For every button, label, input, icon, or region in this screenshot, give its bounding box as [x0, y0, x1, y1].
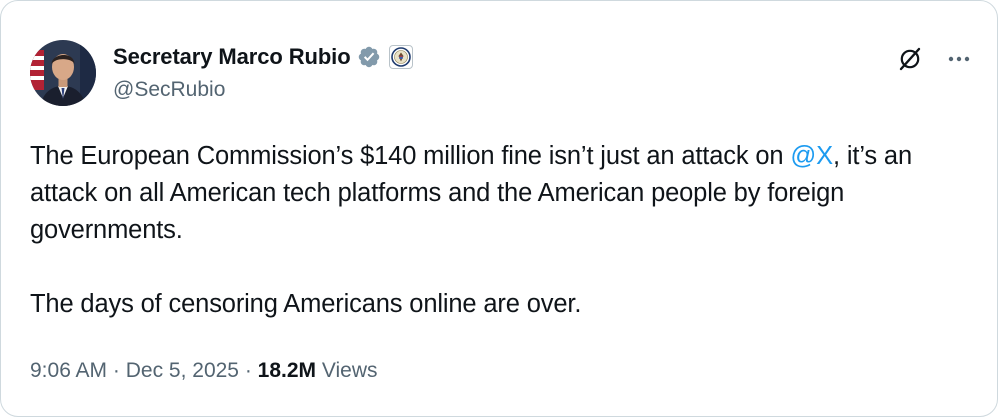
- tweet-time[interactable]: 9:06 AM: [30, 359, 107, 382]
- grok-icon[interactable]: [896, 45, 924, 73]
- author-display-name[interactable]: Secretary Marco Rubio: [113, 44, 351, 70]
- tweet-text-part-1: The European Commission’s $140 million f…: [30, 142, 791, 170]
- tweet-text: The European Commission’s $140 million f…: [30, 138, 980, 323]
- tweet-paragraph-1: The European Commission’s $140 million f…: [30, 138, 980, 249]
- tweet-date[interactable]: Dec 5, 2025: [126, 359, 239, 382]
- author-handle[interactable]: @SecRubio: [113, 78, 225, 102]
- meta-separator-2: ·: [238, 359, 258, 382]
- views-count[interactable]: 18.2M: [258, 359, 316, 382]
- tweet-meta: 9:06 AM · Dec 5, 2025 · 18.2M Views: [30, 359, 378, 383]
- avatar-image: [30, 40, 96, 106]
- mention-link[interactable]: @X: [790, 142, 833, 170]
- meta-separator: ·: [107, 359, 126, 382]
- more-horizontal-icon[interactable]: [946, 46, 972, 72]
- author-name-row: Secretary Marco Rubio: [113, 43, 413, 71]
- views-label: Views: [316, 359, 378, 382]
- author-avatar[interactable]: [30, 40, 96, 106]
- tweet-card: Secretary Marco Rubio @SecRubio The Euro…: [0, 0, 998, 417]
- tweet-paragraph-2: The days of censoring Americans online a…: [30, 290, 582, 318]
- verified-badge-icon[interactable]: [357, 45, 381, 69]
- state-department-seal-icon[interactable]: [388, 45, 413, 69]
